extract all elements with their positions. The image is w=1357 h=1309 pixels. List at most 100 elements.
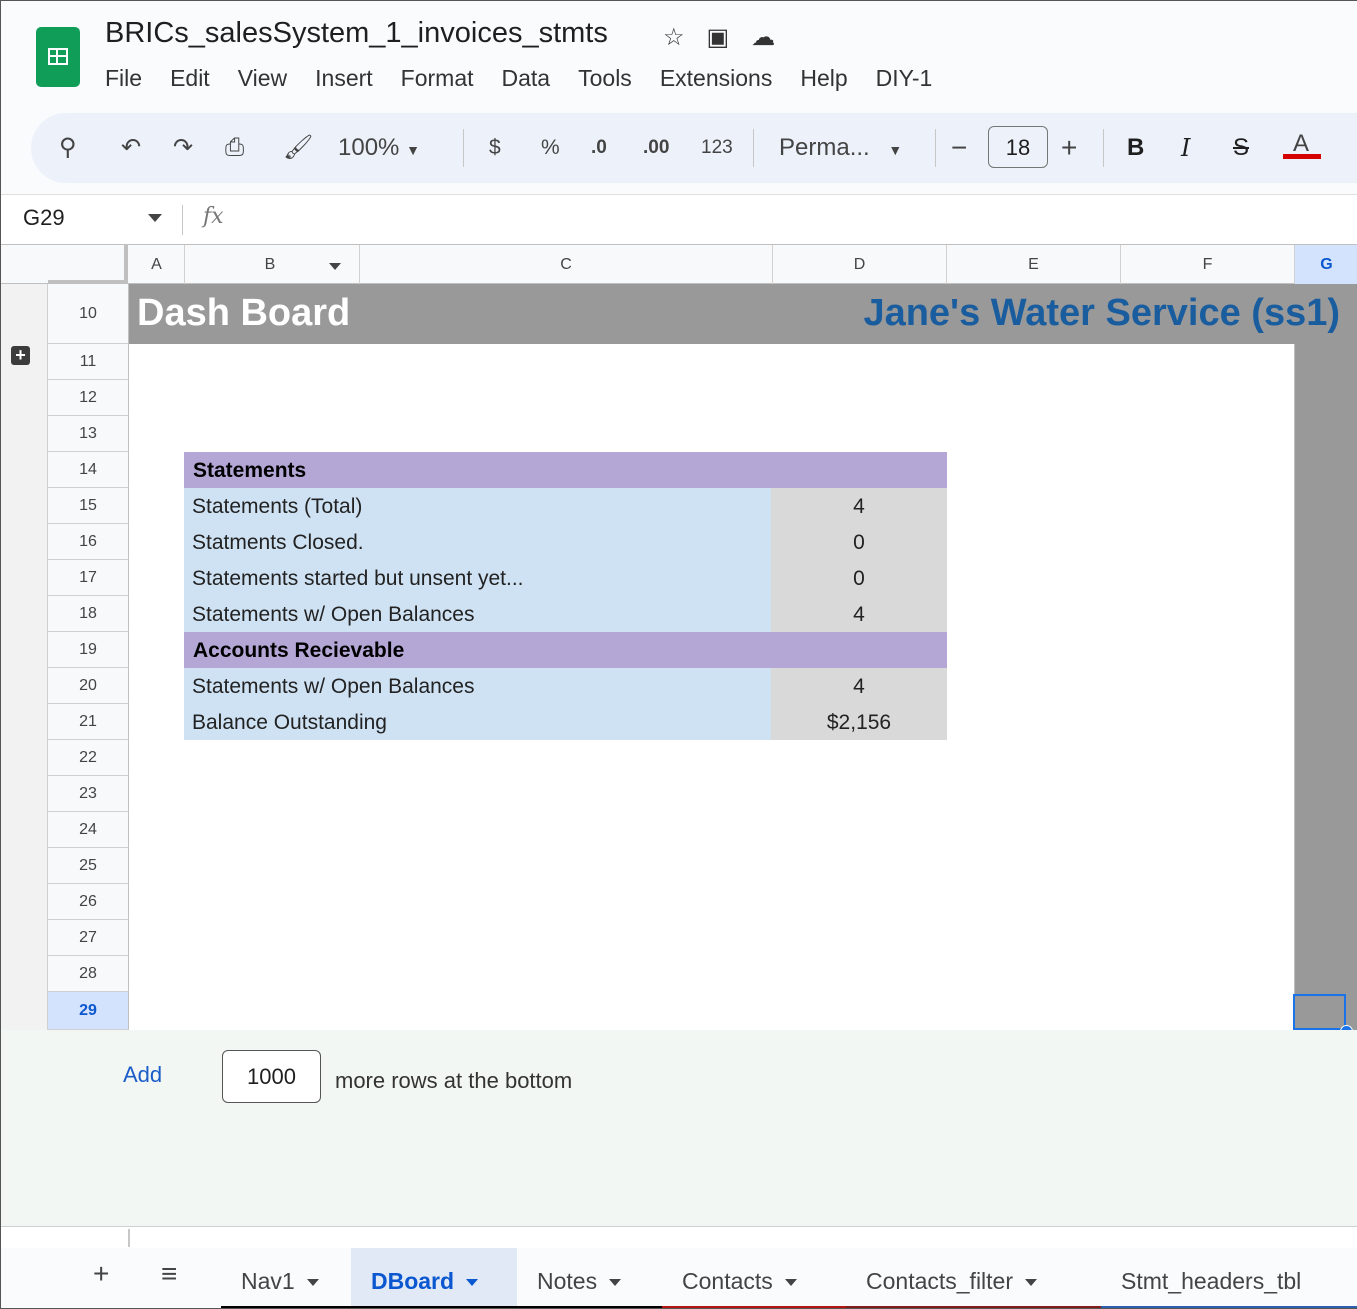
increase-decimal-button[interactable]: .00 — [643, 113, 669, 183]
bold-button[interactable]: B — [1127, 113, 1144, 183]
section-header-accounts-receivable[interactable]: Accounts Recievable — [184, 632, 947, 668]
row-header[interactable]: 23 — [48, 776, 129, 812]
sheet-tab-contacts[interactable]: Contacts — [662, 1248, 846, 1308]
move-folder-icon[interactable]: ▣ — [707, 23, 730, 52]
horizontal-scrollbar[interactable] — [1, 1226, 1357, 1248]
row-header[interactable]: 14 — [48, 452, 129, 488]
chevron-down-icon[interactable] — [1025, 1279, 1038, 1287]
sheets-logo-icon[interactable] — [36, 27, 80, 87]
add-sheet-icon[interactable]: + — [93, 1258, 109, 1290]
column-header-g[interactable]: G — [1295, 245, 1357, 284]
section-header-statements[interactable]: Statements — [184, 452, 947, 488]
row-header[interactable]: 18 — [48, 596, 129, 632]
search-icon[interactable]: ⚲ — [59, 113, 77, 183]
row-header[interactable]: 16 — [48, 524, 129, 560]
chevron-down-icon[interactable] — [306, 1279, 319, 1287]
row-header[interactable]: 20 — [48, 668, 129, 704]
chevron-down-icon[interactable] — [148, 214, 162, 222]
chevron-down-icon: ▼ — [888, 142, 903, 158]
increase-font-size-button[interactable]: + — [1061, 113, 1077, 183]
table-row[interactable]: Statments Closed. 0 — [184, 524, 947, 560]
document-title[interactable]: BRICs_salesSystem_1_invoices_stmts — [105, 17, 608, 50]
decrease-decimal-button[interactable]: .0 — [591, 113, 607, 183]
table-row[interactable]: Statements started but unsent yet... 0 — [184, 560, 947, 596]
row-header[interactable]: 11 — [48, 344, 129, 380]
menu-format[interactable]: Format — [401, 65, 474, 92]
row-header[interactable]: 27 — [48, 920, 129, 956]
column-header-f[interactable]: F — [1121, 245, 1295, 284]
add-rows-label: more rows at the bottom — [335, 1068, 573, 1093]
selected-cell-g29[interactable] — [1293, 994, 1346, 1030]
menu-view[interactable]: View — [238, 65, 287, 92]
spreadsheet-grid[interactable]: A B C D E F G + 10 11 12 13 14 15 16 17 … — [1, 244, 1357, 1038]
sheets-window: BRICs_salesSystem_1_invoices_stmts ☆ ▣ ☁… — [0, 0, 1357, 1309]
decrease-font-size-button[interactable]: − — [951, 113, 967, 183]
menu-file[interactable]: File — [105, 65, 142, 92]
number-format-button[interactable]: 123 — [701, 113, 733, 183]
menu-insert[interactable]: Insert — [315, 65, 373, 92]
row-label: Statements w/ Open Balances — [184, 596, 771, 632]
expand-group-icon[interactable]: + — [11, 346, 30, 365]
row-header[interactable]: 28 — [48, 956, 129, 992]
column-g-fill[interactable] — [1294, 344, 1357, 1030]
currency-format-button[interactable]: $ — [489, 113, 501, 183]
menu-edit[interactable]: Edit — [170, 65, 210, 92]
print-icon[interactable]: ⎙ — [225, 113, 244, 183]
menu-tools[interactable]: Tools — [578, 65, 632, 92]
sheet-tab-dboard[interactable]: DBoard — [351, 1248, 517, 1308]
sheet-tab-label: Stmt_headers_tbl — [1121, 1268, 1302, 1294]
zoom-select[interactable]: 100% ▼ — [338, 113, 420, 183]
strikethrough-button[interactable]: S — [1233, 113, 1249, 183]
filter-dropdown-icon[interactable] — [329, 263, 341, 270]
menu-extensions[interactable]: Extensions — [660, 65, 773, 92]
all-sheets-menu-icon[interactable]: ≡ — [161, 1258, 177, 1290]
name-box[interactable]: G29 — [23, 205, 65, 231]
sheet-tab-nav1[interactable]: Nav1 — [221, 1248, 351, 1308]
row-header[interactable]: 13 — [48, 416, 129, 452]
cloud-status-icon[interactable]: ☁ — [751, 23, 775, 52]
table-row[interactable]: Balance Outstanding $2,156 — [184, 704, 947, 740]
select-all-corner[interactable] — [48, 245, 128, 284]
row-header[interactable]: 25 — [48, 848, 129, 884]
column-header-a[interactable]: A — [129, 245, 185, 284]
row-header[interactable]: 21 — [48, 704, 129, 740]
row-header-selected[interactable]: 29 — [48, 992, 129, 1030]
sheet-tab-notes[interactable]: Notes — [517, 1248, 662, 1308]
toolbar-divider — [463, 129, 464, 167]
table-row[interactable]: Statements w/ Open Balances 4 — [184, 596, 947, 632]
row-header[interactable]: 15 — [48, 488, 129, 524]
menu-help[interactable]: Help — [800, 65, 847, 92]
menu-diy-1[interactable]: DIY-1 — [876, 65, 933, 92]
chevron-down-icon[interactable] — [609, 1279, 622, 1287]
chevron-down-icon[interactable] — [784, 1279, 797, 1287]
table-row[interactable]: Statements w/ Open Balances 4 — [184, 668, 947, 704]
undo-icon[interactable]: ↶ — [121, 113, 141, 183]
star-icon[interactable]: ☆ — [663, 23, 685, 52]
column-header-e[interactable]: E — [947, 245, 1121, 284]
menu-data[interactable]: Data — [502, 65, 551, 92]
column-header-d[interactable]: D — [773, 245, 947, 284]
sheet-tab-contacts-filter[interactable]: Contacts_filter — [846, 1248, 1101, 1308]
row-header[interactable]: 10 — [48, 284, 129, 344]
row-header[interactable]: 17 — [48, 560, 129, 596]
add-rows-button[interactable]: Add — [123, 1062, 162, 1088]
row-header[interactable]: 24 — [48, 812, 129, 848]
add-rows-panel: Add 1000 more rows at the bottom — [1, 1030, 1357, 1226]
row-header[interactable]: 19 — [48, 632, 129, 668]
italic-button[interactable]: I — [1181, 113, 1190, 183]
text-color-button[interactable]: A — [1281, 113, 1321, 183]
chevron-down-icon[interactable] — [466, 1279, 479, 1287]
redo-icon[interactable]: ↷ — [173, 113, 193, 183]
row-header[interactable]: 22 — [48, 740, 129, 776]
table-row[interactable]: Statements (Total) 4 — [184, 488, 947, 524]
dashboard-banner[interactable]: Dash Board Jane's Water Service (ss1) — [129, 284, 1357, 344]
sheet-tab-stmt-headers-tbl[interactable]: Stmt_headers_tbl — [1101, 1248, 1357, 1308]
percent-format-button[interactable]: % — [541, 113, 560, 183]
paint-format-icon[interactable]: 🖌 — [283, 113, 313, 183]
row-header[interactable]: 12 — [48, 380, 129, 416]
column-header-c[interactable]: C — [360, 245, 773, 284]
font-size-input[interactable]: 18 — [988, 126, 1048, 168]
rows-count-input[interactable]: 1000 — [222, 1050, 321, 1103]
row-header[interactable]: 26 — [48, 884, 129, 920]
font-select[interactable]: Perma... ▼ — [779, 113, 902, 183]
